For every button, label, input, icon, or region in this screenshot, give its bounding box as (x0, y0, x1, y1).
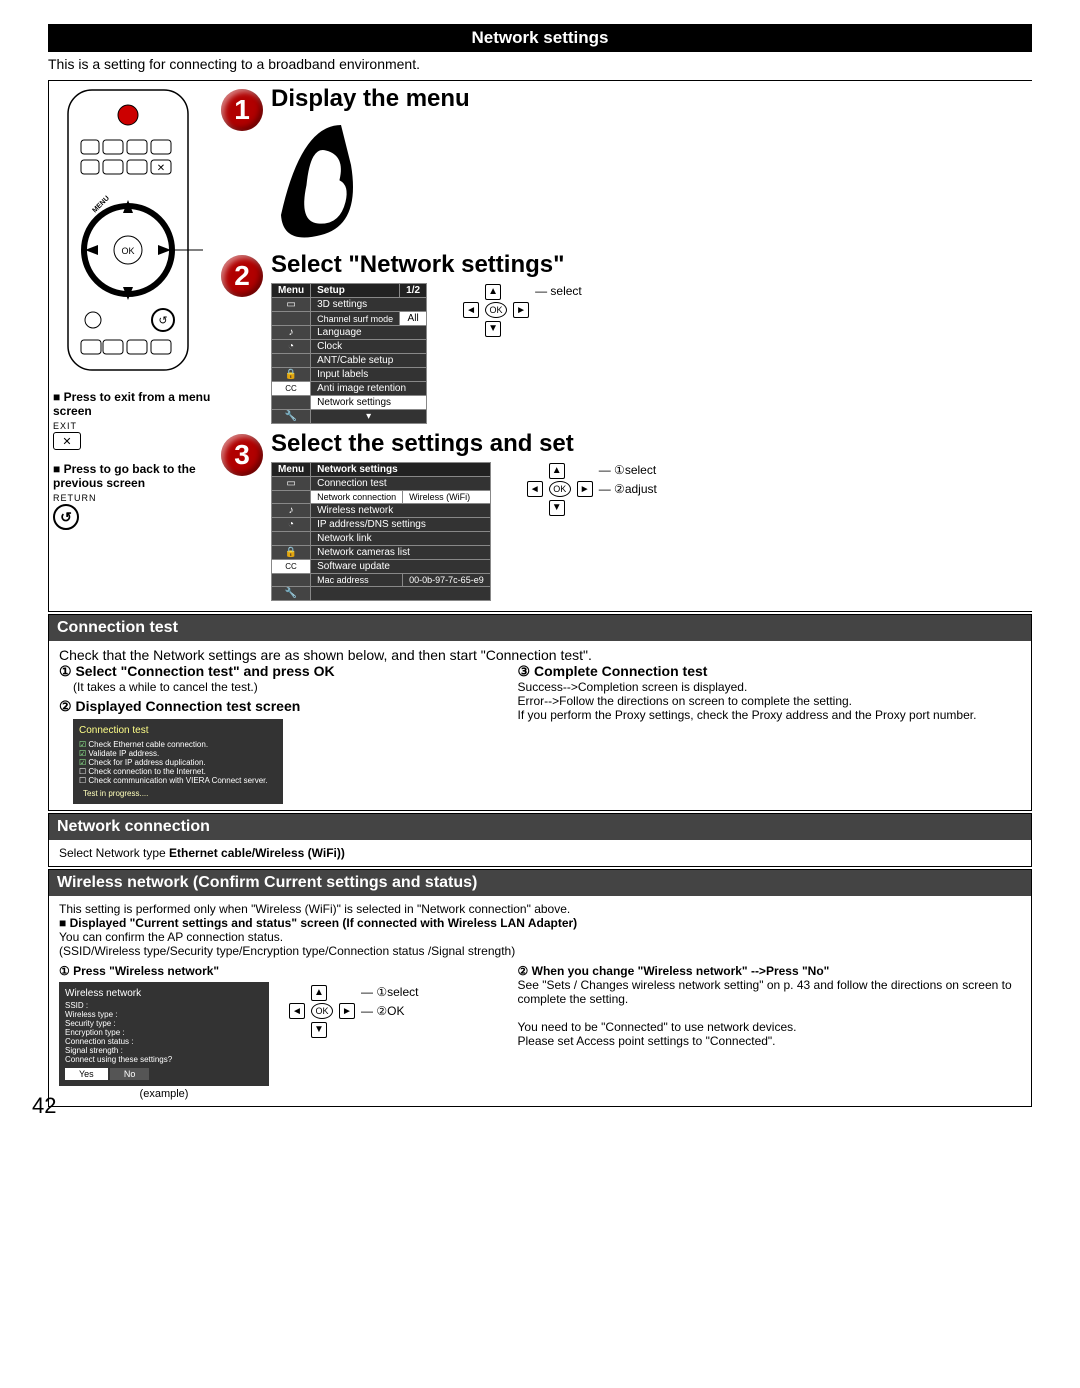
remote-column: ✕ OK MENU ↺ ■ Press to exit from a menu … (53, 85, 213, 607)
cc-icon: CC (272, 382, 311, 396)
section-header: Network settings (48, 24, 1032, 52)
setup-menu: MenuSetup1/2 ▭3D settings Channel surf m… (271, 283, 427, 424)
wireless-network-header: Wireless network (Confirm Current settin… (49, 870, 1031, 896)
note-icon: ♪ (272, 504, 311, 518)
network-connection-header: Network connection (49, 814, 1031, 840)
connection-test-header: Connection test (49, 615, 1031, 641)
nav-diagram-step2: ▲— select ◄OK► ▼ (457, 281, 588, 339)
step-3: 3 Select the settings and set MenuNetwor… (221, 430, 1028, 601)
svg-text:OK: OK (121, 246, 134, 256)
step-2: 2 Select "Network settings" MenuSetup1/2… (221, 251, 1028, 424)
connection-test-screen: Connection test ☑ Check Ethernet cable c… (73, 719, 283, 804)
press-finger-illustration (271, 115, 381, 245)
conn-test-intro: Check that the Network settings are as s… (59, 647, 1021, 663)
exit-icon: ✕ (53, 432, 81, 450)
remote-illustration: ✕ OK MENU ↺ (53, 85, 203, 375)
exit-instruction: ■ Press to exit from a menu screen EXIT … (53, 390, 213, 450)
step3-title: Select the settings and set (271, 430, 663, 458)
step2-title: Select "Network settings" (271, 251, 588, 279)
network-settings-menu: MenuNetwork settings ▭Connection test Ne… (271, 462, 491, 601)
clock-icon: ◔ (272, 518, 311, 532)
clock-icon: ◔ (272, 340, 311, 354)
svg-text:✕: ✕ (157, 163, 165, 174)
steps-column: 1 Display the menu 2 Select "Network set… (221, 85, 1028, 607)
wrench-icon: 🔧 (272, 410, 311, 424)
nav-diagram-wireless: ▲— ①select ◄OK►— ②OK ▼ (283, 982, 424, 1040)
step-1: 1 Display the menu (221, 85, 1028, 245)
cc-icon: CC (272, 560, 311, 574)
nav-diagram-step3: ▲— ①select ◄OK►— ②adjust ▼ (521, 460, 663, 518)
wireless-network-screen: Wireless network SSID : Wireless type : … (59, 982, 269, 1086)
wrench-icon: 🔧 (272, 587, 311, 601)
picture-icon: ▭ (272, 477, 311, 491)
note-icon: ♪ (272, 326, 311, 340)
lock-icon: 🔒 (272, 546, 311, 560)
intro-text: This is a setting for connecting to a br… (48, 52, 1032, 80)
no-button[interactable]: No (110, 1068, 150, 1080)
return-icon: ↺ (53, 504, 79, 530)
lock-icon: 🔒 (272, 368, 311, 382)
picture-icon: ▭ (272, 298, 311, 312)
svg-text:↺: ↺ (158, 315, 167, 327)
return-instruction: ■ Press to go back to the previous scree… (53, 462, 213, 530)
yes-button[interactable]: Yes (65, 1068, 108, 1080)
step1-title: Display the menu (271, 85, 470, 113)
page-number: 42 (32, 1093, 56, 1119)
